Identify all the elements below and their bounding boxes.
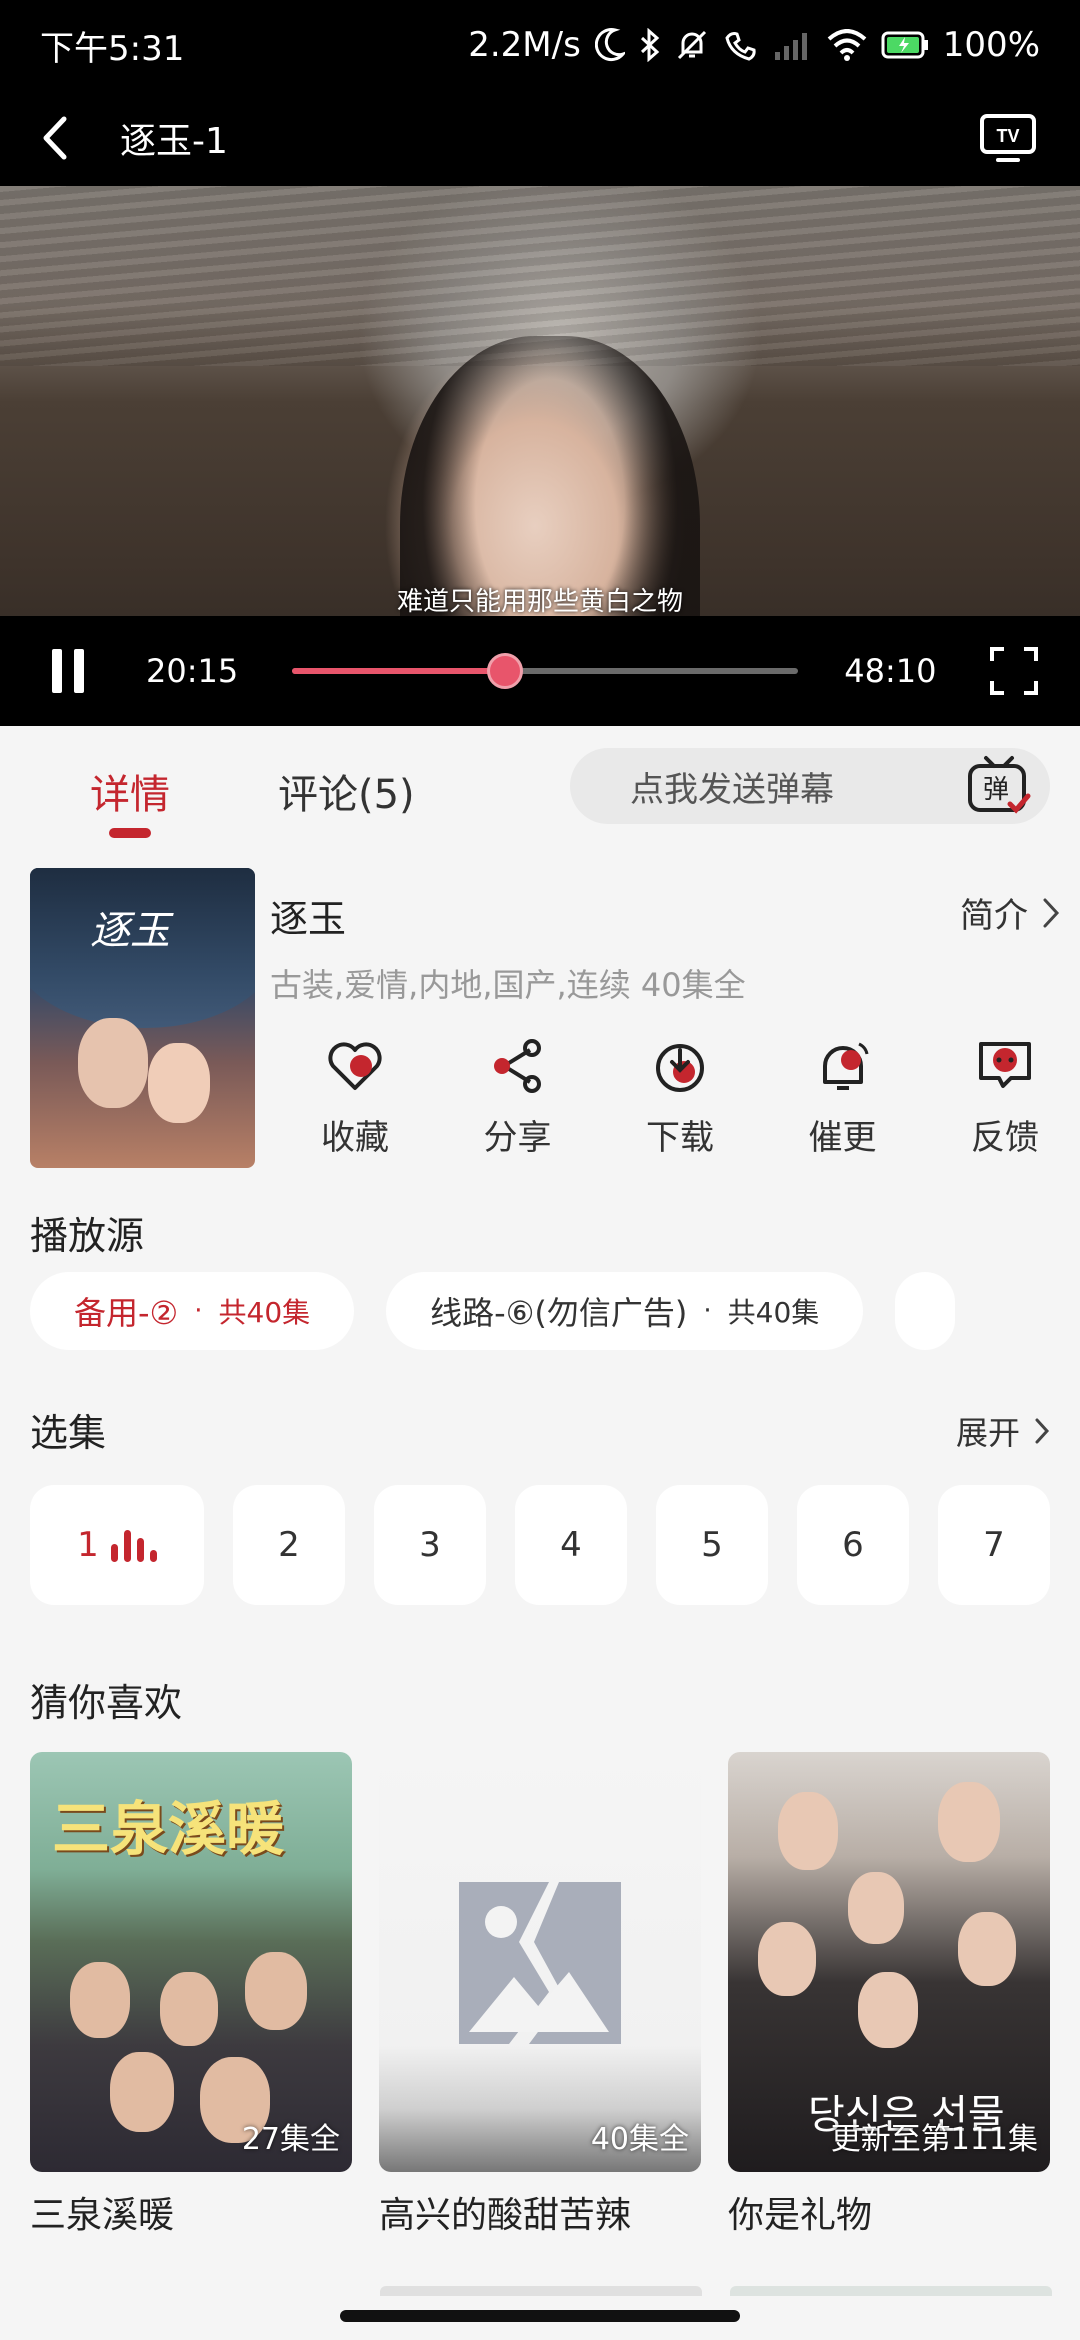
- player-controls: 20:15 48:10: [0, 616, 1080, 726]
- player-header: 逐玉-1 TV: [0, 90, 1080, 186]
- danmu-input[interactable]: 点我发送弹幕 弹: [570, 748, 1050, 824]
- expand-episodes-button[interactable]: 展开: [956, 1408, 1050, 1454]
- seek-bar-fill: [292, 668, 505, 674]
- now-playing-icon: [110, 1528, 157, 1562]
- tv-cast-button[interactable]: TV: [976, 110, 1040, 166]
- wifi-icon: [827, 29, 867, 61]
- source-chip[interactable]: 线路-⑥(勿信广告) · 共40集: [386, 1272, 864, 1350]
- pause-button[interactable]: [40, 643, 96, 699]
- source-chip[interactable]: 备用-② · 共40集: [30, 1272, 355, 1350]
- recommendation-title: 高兴的酸甜苦辣: [379, 2195, 632, 2236]
- battery-icon: [881, 31, 929, 59]
- drama-info: 逐玉 逐玉 简介 古装,爱情,内地,国产,连续 40集全 收藏 分享 下载 催更…: [30, 868, 1060, 1168]
- recommendation-title: 三泉溪暖: [30, 2195, 175, 2236]
- episodes-title: 选集: [30, 1411, 107, 1455]
- fullscreen-icon: [990, 647, 1038, 695]
- bluetooth-icon: [639, 28, 661, 62]
- recommendation-cover: 40集全: [379, 1752, 701, 2172]
- download-button[interactable]: 下载: [625, 1036, 735, 1166]
- call-icon: [723, 28, 759, 62]
- mute-bell-icon: [675, 28, 709, 62]
- signal-icon: [773, 30, 813, 60]
- current-time: 20:15: [146, 652, 239, 690]
- svg-text:弹: 弹: [983, 775, 1009, 805]
- image-placeholder-icon: [459, 1882, 621, 2044]
- recommendation-card[interactable]: 40集全 高兴的酸甜苦辣: [379, 1752, 701, 2236]
- heart-icon: [328, 1042, 382, 1090]
- episode-item[interactable]: 3: [374, 1485, 486, 1605]
- recommendation-card[interactable]: 당신은 선물 更新至第111集 你是礼物: [728, 1752, 1050, 2236]
- bell-icon: [822, 1042, 868, 1090]
- source-chip[interactable]: [895, 1272, 956, 1350]
- episode-badge: 更新至第111集: [830, 2122, 1038, 2157]
- back-button[interactable]: [40, 108, 100, 168]
- feedback-icon: [979, 1042, 1031, 1088]
- poster-title: 逐玉: [90, 908, 170, 954]
- share-icon: [493, 1039, 541, 1093]
- next-row-peek: [0, 2286, 1080, 2296]
- recommendation-cover: 당신은 선물 更新至第111集: [728, 1752, 1050, 2172]
- play-source-title: 播放源: [30, 1214, 145, 1258]
- status-time: 下午5:31: [40, 28, 185, 69]
- page-title: 逐玉-1: [120, 121, 228, 162]
- chevron-left-icon: [43, 116, 67, 160]
- share-button[interactable]: 分享: [463, 1036, 573, 1166]
- drama-tags: 古装,爱情,内地,国产,连续 40集全: [270, 966, 746, 1004]
- total-time: 48:10: [844, 652, 937, 690]
- cover-title: 三泉溪暖: [52, 1795, 285, 1863]
- tab-comments[interactable]: 评论(5): [278, 762, 415, 820]
- play-source-list: 备用-② · 共40集 线路-⑥(勿信广告) · 共40集: [30, 1272, 1050, 1350]
- tv-label: TV: [996, 126, 1019, 146]
- seek-bar[interactable]: [292, 653, 799, 689]
- download-icon: [656, 1044, 704, 1092]
- home-indicator[interactable]: [340, 2310, 740, 2322]
- action-bar: 收藏 分享 下载 催更 反馈: [300, 1036, 1060, 1166]
- episode-item[interactable]: 7: [938, 1485, 1050, 1605]
- danmu-icon[interactable]: 弹: [966, 754, 1032, 818]
- drama-poster[interactable]: 逐玉: [30, 868, 255, 1168]
- favorite-button[interactable]: 收藏: [300, 1036, 410, 1166]
- episode-badge: 27集全: [241, 2122, 340, 2157]
- net-speed: 2.2M/s: [468, 25, 581, 65]
- tab-details[interactable]: 详情: [90, 762, 170, 838]
- video-player[interactable]: 难道只能用那些黄白之物 20:15 48:10: [0, 186, 1080, 726]
- detail-tabs: 详情 评论(5) 点我发送弹幕 弹: [0, 726, 1080, 856]
- chevron-right-icon: [1035, 1418, 1050, 1444]
- drama-title: 逐玉: [270, 897, 347, 941]
- pause-icon: [52, 649, 62, 693]
- active-tab-indicator: [109, 828, 151, 838]
- remind-update-button[interactable]: 催更: [788, 1036, 898, 1166]
- recommendations-title: 猜你喜欢: [30, 1681, 183, 1725]
- synopsis-button[interactable]: 简介: [960, 888, 1060, 937]
- recommendation-cover: 三泉溪暖 27集全: [30, 1752, 352, 2172]
- status-bar: 下午5:31 2.2M/s 100%: [0, 0, 1080, 90]
- seek-handle[interactable]: [486, 653, 523, 689]
- chevron-right-icon: [1043, 898, 1060, 927]
- fullscreen-button[interactable]: [988, 645, 1040, 697]
- episode-item[interactable]: 5: [656, 1485, 768, 1605]
- episode-item[interactable]: 4: [515, 1485, 627, 1605]
- moon-icon: [594, 28, 625, 62]
- tv-cast-icon: TV: [980, 114, 1036, 162]
- feedback-button[interactable]: 反馈: [950, 1036, 1060, 1166]
- recommendation-card[interactable]: 三泉溪暖 27集全 三泉溪暖: [30, 1752, 352, 2236]
- episode-item[interactable]: 2: [233, 1485, 345, 1605]
- battery-percent: 100%: [942, 25, 1040, 65]
- recommendation-title: 你是礼物: [728, 2195, 873, 2236]
- episode-badge: 40集全: [590, 2122, 689, 2157]
- episode-item[interactable]: 6: [797, 1485, 909, 1605]
- episode-list: 1 2 3 4 5 6 7: [30, 1485, 1050, 1605]
- recommendation-list: 三泉溪暖 27集全 三泉溪暖 40集全 高兴的酸甜苦辣 당신은 선물 更新至第1…: [30, 1752, 1050, 2236]
- episode-item[interactable]: 1: [30, 1485, 204, 1605]
- video-subtitle: 难道只能用那些黄白之物: [396, 587, 683, 617]
